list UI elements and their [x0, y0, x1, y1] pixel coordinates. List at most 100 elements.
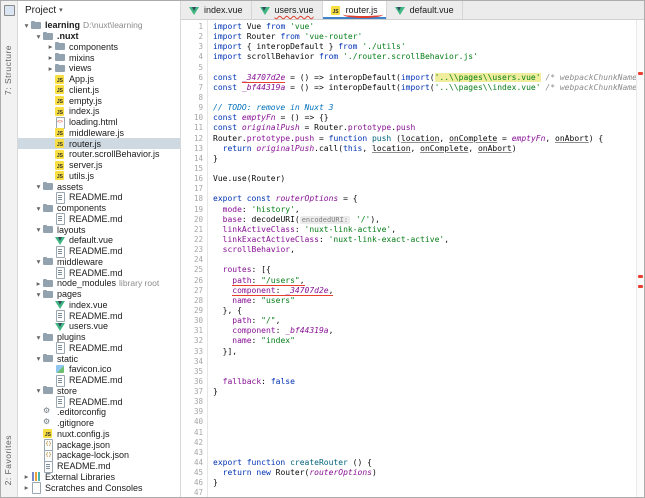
tree-row-router.scrollBehavior.js[interactable]: router.scrollBehavior.js: [18, 149, 180, 160]
stripe-mark[interactable]: [638, 275, 643, 278]
tree-row-store[interactable]: ▾ store: [18, 386, 180, 397]
code-line[interactable]: [213, 255, 636, 265]
project-panel-header[interactable]: Project ▾: [18, 1, 180, 19]
project-tool-icon[interactable]: [4, 5, 15, 16]
code-line[interactable]: }: [213, 154, 636, 164]
tree-row-README.md[interactable]: README.md: [18, 213, 180, 226]
code-line[interactable]: const emptyFn = () => {}: [213, 113, 636, 123]
tree-row-client.js[interactable]: client.js: [18, 85, 180, 96]
tree-row-plugins[interactable]: ▾ plugins: [18, 332, 180, 343]
expand-arrow[interactable]: ▾: [34, 182, 43, 191]
code-line[interactable]: [213, 428, 636, 438]
code-line[interactable]: name: "index": [213, 336, 636, 346]
code-line[interactable]: name: "users": [213, 296, 636, 306]
tree-row-loading.html[interactable]: loading.html: [18, 116, 180, 129]
expand-arrow[interactable]: ▾: [34, 204, 43, 213]
code-line[interactable]: Vue.use(Router): [213, 174, 636, 184]
tree-row-.nuxt[interactable]: ▾ .nuxt: [18, 31, 180, 42]
favorites-tool-button[interactable]: 2: Favorites: [3, 435, 13, 485]
code-line[interactable]: linkExactActiveClass: 'nuxt-link-exact-a…: [213, 235, 636, 245]
tree-row-static[interactable]: ▾ static: [18, 353, 180, 364]
tree-row-favicon.ico[interactable]: favicon.ico: [18, 364, 180, 375]
tree-row-App.js[interactable]: App.js: [18, 74, 180, 85]
code-line[interactable]: fallback: false: [213, 377, 636, 387]
tree-row-README.md[interactable]: README.md: [18, 191, 180, 204]
code-line[interactable]: Router.prototype.push = function push (l…: [213, 134, 636, 144]
expand-arrow[interactable]: ▾: [34, 386, 43, 395]
tree-row-Scratches and Consoles[interactable]: ▸ Scratches and Consoles: [18, 482, 180, 495]
tree-row-nuxt.config.js[interactable]: nuxt.config.js: [18, 429, 180, 440]
expand-arrow[interactable]: ▸: [22, 472, 31, 481]
code-line[interactable]: import Router from 'vue-router': [213, 32, 636, 42]
error-stripe[interactable]: [636, 20, 644, 497]
expand-arrow[interactable]: ▸: [22, 483, 31, 492]
tree-row-README.md[interactable]: README.md: [18, 310, 180, 323]
code-line[interactable]: path: "/",: [213, 316, 636, 326]
code-line[interactable]: [213, 488, 636, 497]
code-line[interactable]: import Vue from 'vue': [213, 22, 636, 32]
code-line[interactable]: return originalPush.call(this, location,…: [213, 144, 636, 154]
tree-row-assets[interactable]: ▾ assets: [18, 181, 180, 192]
expand-arrow[interactable]: ▾: [34, 333, 43, 342]
code-line[interactable]: const _bf44319a = () => interopDefault(i…: [213, 83, 636, 93]
code-line[interactable]: }: [213, 387, 636, 397]
tree-row-README.md[interactable]: README.md: [18, 342, 180, 355]
tree-row-pages[interactable]: ▾ pages: [18, 289, 180, 300]
code-line[interactable]: }: [213, 478, 636, 488]
tree-row-utils.js[interactable]: utils.js: [18, 171, 180, 182]
code-line[interactable]: routes: [{: [213, 265, 636, 275]
tree-row-users.vue[interactable]: users.vue: [18, 321, 180, 332]
tree-row-layouts[interactable]: ▾ layouts: [18, 224, 180, 235]
tree-row-README.md[interactable]: README.md: [18, 374, 180, 387]
expand-arrow[interactable]: ▾: [22, 21, 31, 30]
tree-row-node_modules[interactable]: ▸ node_modules library root: [18, 278, 180, 289]
expand-arrow[interactable]: ▸: [34, 279, 43, 288]
tree-row-README.md[interactable]: README.md: [18, 267, 180, 280]
tree-row-mixins[interactable]: ▸ mixins: [18, 52, 180, 63]
code-line[interactable]: }, {: [213, 306, 636, 316]
code-line[interactable]: import scrollBehavior from './router.scr…: [213, 52, 636, 62]
code-line[interactable]: scrollBehavior,: [213, 245, 636, 255]
code-line[interactable]: const originalPush = Router.prototype.pu…: [213, 123, 636, 133]
code-line[interactable]: [213, 357, 636, 367]
tree-row-index.js[interactable]: index.js: [18, 106, 180, 117]
tab-index.vue[interactable]: index.vue: [181, 1, 252, 19]
tree-row-components[interactable]: ▾ components: [18, 203, 180, 214]
stripe-mark[interactable]: [638, 72, 643, 75]
code-line[interactable]: [213, 164, 636, 174]
code-line[interactable]: export function createRouter () {: [213, 458, 636, 468]
code-area[interactable]: import Vue from 'vue' import Router from …: [208, 20, 636, 497]
tab-default.vue[interactable]: default.vue: [387, 1, 463, 19]
tree-row-server.js[interactable]: server.js: [18, 160, 180, 171]
code-line[interactable]: return new Router(routerOptions): [213, 468, 636, 478]
expand-arrow[interactable]: ▸: [46, 53, 55, 62]
tree-row-README.md[interactable]: README.md: [18, 460, 180, 473]
code-line[interactable]: path: "/users",: [213, 275, 636, 286]
expand-arrow[interactable]: ▾: [34, 225, 43, 234]
code-line[interactable]: [213, 93, 636, 103]
tree-row-index.vue[interactable]: index.vue: [18, 300, 180, 311]
expand-arrow[interactable]: ▸: [46, 42, 55, 51]
code-line[interactable]: linkActiveClass: 'nuxt-link-active',: [213, 225, 636, 235]
tree-row-middleware[interactable]: ▾ middleware: [18, 257, 180, 268]
tree-row-default.vue[interactable]: default.vue: [18, 235, 180, 246]
code-line[interactable]: import { interopDefault } from './utils': [213, 42, 636, 52]
tree-row-package-lock.json[interactable]: package-lock.json: [18, 449, 180, 462]
code-line[interactable]: [213, 438, 636, 448]
tree-row-.gitignore[interactable]: .gitignore: [18, 417, 180, 429]
code-line[interactable]: base: decodeURI(encodedURI: '/'),: [213, 215, 636, 225]
stripe-mark[interactable]: [638, 285, 643, 288]
tree-row-README.md[interactable]: README.md: [18, 245, 180, 258]
expand-arrow[interactable]: ▾: [34, 257, 43, 266]
tab-users.vue[interactable]: users.vue: [252, 1, 323, 19]
code-line[interactable]: // TODO: remove in Nuxt 3: [213, 103, 636, 113]
code-line[interactable]: export const routerOptions = {: [213, 194, 636, 204]
tree-row-views[interactable]: ▸ views: [18, 63, 180, 74]
expand-arrow[interactable]: ▾: [34, 354, 43, 363]
code-line[interactable]: [213, 417, 636, 427]
expand-arrow[interactable]: ▸: [46, 64, 55, 73]
code-line[interactable]: [213, 448, 636, 458]
tree-row-empty.js[interactable]: empty.js: [18, 95, 180, 106]
code-line[interactable]: component: _34707d2e,: [213, 285, 636, 296]
code-line[interactable]: }],: [213, 347, 636, 357]
